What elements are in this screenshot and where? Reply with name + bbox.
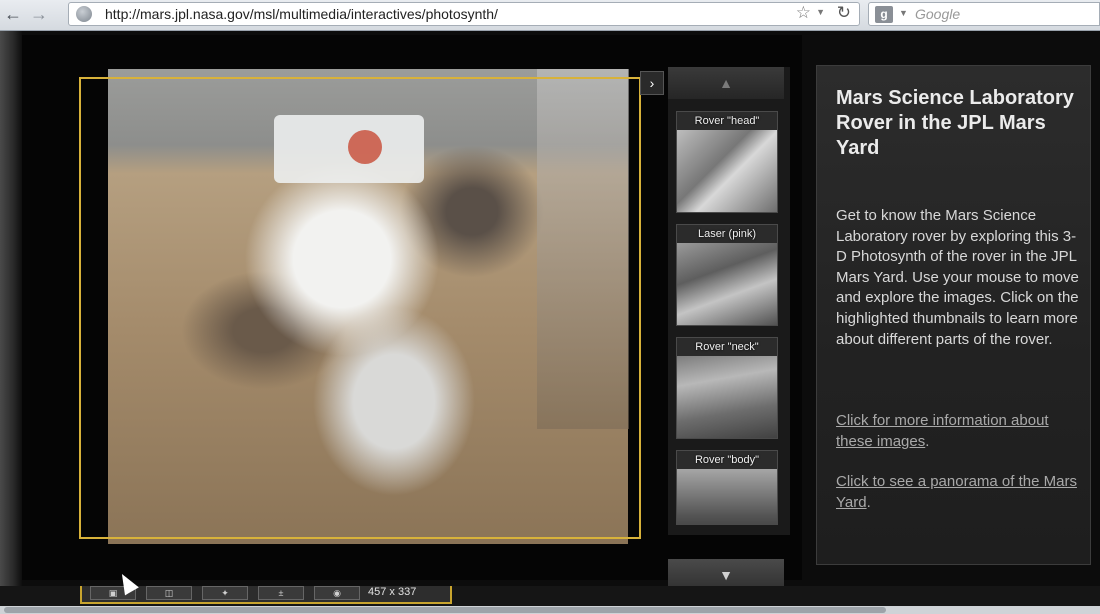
focus-frame bbox=[79, 77, 641, 539]
page: › ▲ Rover "head" Laser (pink) Rover "nec… bbox=[0, 31, 1100, 614]
reload-icon[interactable]: ↻ bbox=[837, 3, 851, 23]
address-bar[interactable]: http://mars.jpl.nasa.gov/msl/multimedia/… bbox=[68, 2, 860, 26]
more-info-link[interactable]: Click for more information about these i… bbox=[836, 412, 1049, 450]
thumbnail-label: Rover "head" bbox=[694, 115, 760, 127]
thumbnail-rover-body[interactable]: Rover "body" bbox=[676, 450, 778, 525]
collapse-panel-button[interactable]: › bbox=[640, 71, 664, 95]
zoom-icon[interactable]: ± bbox=[258, 586, 304, 600]
link-period: . bbox=[866, 493, 871, 511]
link-period: . bbox=[925, 432, 930, 450]
thumbnail-image bbox=[677, 243, 777, 325]
navigate-icon[interactable]: ✦ bbox=[202, 586, 248, 600]
filmstrip-icon[interactable]: ◫ bbox=[146, 586, 192, 600]
browser-toolbar: ← → http://mars.jpl.nasa.gov/msl/multime… bbox=[0, 0, 1100, 31]
search-input[interactable]: g ▼ Google bbox=[868, 2, 1100, 26]
thumbnail-strip: ▲ Rover "head" Laser (pink) Rover "neck"… bbox=[668, 67, 790, 591]
horizontal-scrollbar[interactable] bbox=[0, 606, 1100, 614]
panorama-link-block: Click to see a panorama of the Mars Yard… bbox=[836, 472, 1081, 513]
viewer-control-bar: ▣ ◫ ✦ ± ◉ 457 x 337 bbox=[0, 586, 1100, 614]
photosynth-viewer[interactable]: › ▲ Rover "head" Laser (pink) Rover "nec… bbox=[22, 35, 802, 591]
thumbnail-rover-neck[interactable]: Rover "neck" bbox=[676, 337, 778, 439]
google-icon[interactable]: g bbox=[875, 6, 893, 23]
star-icon[interactable]: ☆ bbox=[796, 3, 811, 23]
forward-arrow-icon[interactable]: → bbox=[26, 2, 52, 26]
back-arrow-icon[interactable]: ← bbox=[0, 2, 26, 26]
thumbnail-label: Rover "neck" bbox=[695, 341, 759, 353]
info-panel: Mars Science Laboratory Rover in the JPL… bbox=[816, 65, 1091, 565]
search-placeholder: Google bbox=[915, 6, 961, 22]
info-description: Get to know the Mars Science Laboratory … bbox=[836, 207, 1079, 348]
thumbnail-laser[interactable]: Laser (pink) bbox=[676, 224, 778, 326]
scroll-up-button[interactable]: ▲ bbox=[668, 67, 784, 99]
thumbnail-label: Laser (pink) bbox=[697, 228, 757, 240]
fullscreen-icon[interactable]: ◉ bbox=[314, 586, 360, 600]
size-readout: 457 x 337 bbox=[368, 586, 417, 598]
info-title: Mars Science Laboratory Rover in the JPL… bbox=[836, 87, 1074, 159]
scrollbar-thumb[interactable] bbox=[4, 607, 886, 613]
chevron-down-icon[interactable]: ▼ bbox=[899, 8, 908, 18]
url-text: http://mars.jpl.nasa.gov/msl/multimedia/… bbox=[105, 6, 498, 22]
thumbnail-label: Rover "body" bbox=[694, 454, 760, 466]
left-edge bbox=[0, 31, 22, 591]
thumbnail-image bbox=[677, 356, 777, 438]
chevron-down-icon[interactable]: ▼ bbox=[816, 7, 825, 17]
thumbnail-image bbox=[677, 469, 777, 524]
panorama-link[interactable]: Click to see a panorama of the Mars Yard bbox=[836, 473, 1077, 511]
more-info-link-block: Click for more information about these i… bbox=[836, 411, 1081, 452]
thumbnail-image bbox=[677, 130, 777, 212]
globe-icon bbox=[76, 6, 92, 22]
thumbnail-rover-head[interactable]: Rover "head" bbox=[676, 111, 778, 213]
